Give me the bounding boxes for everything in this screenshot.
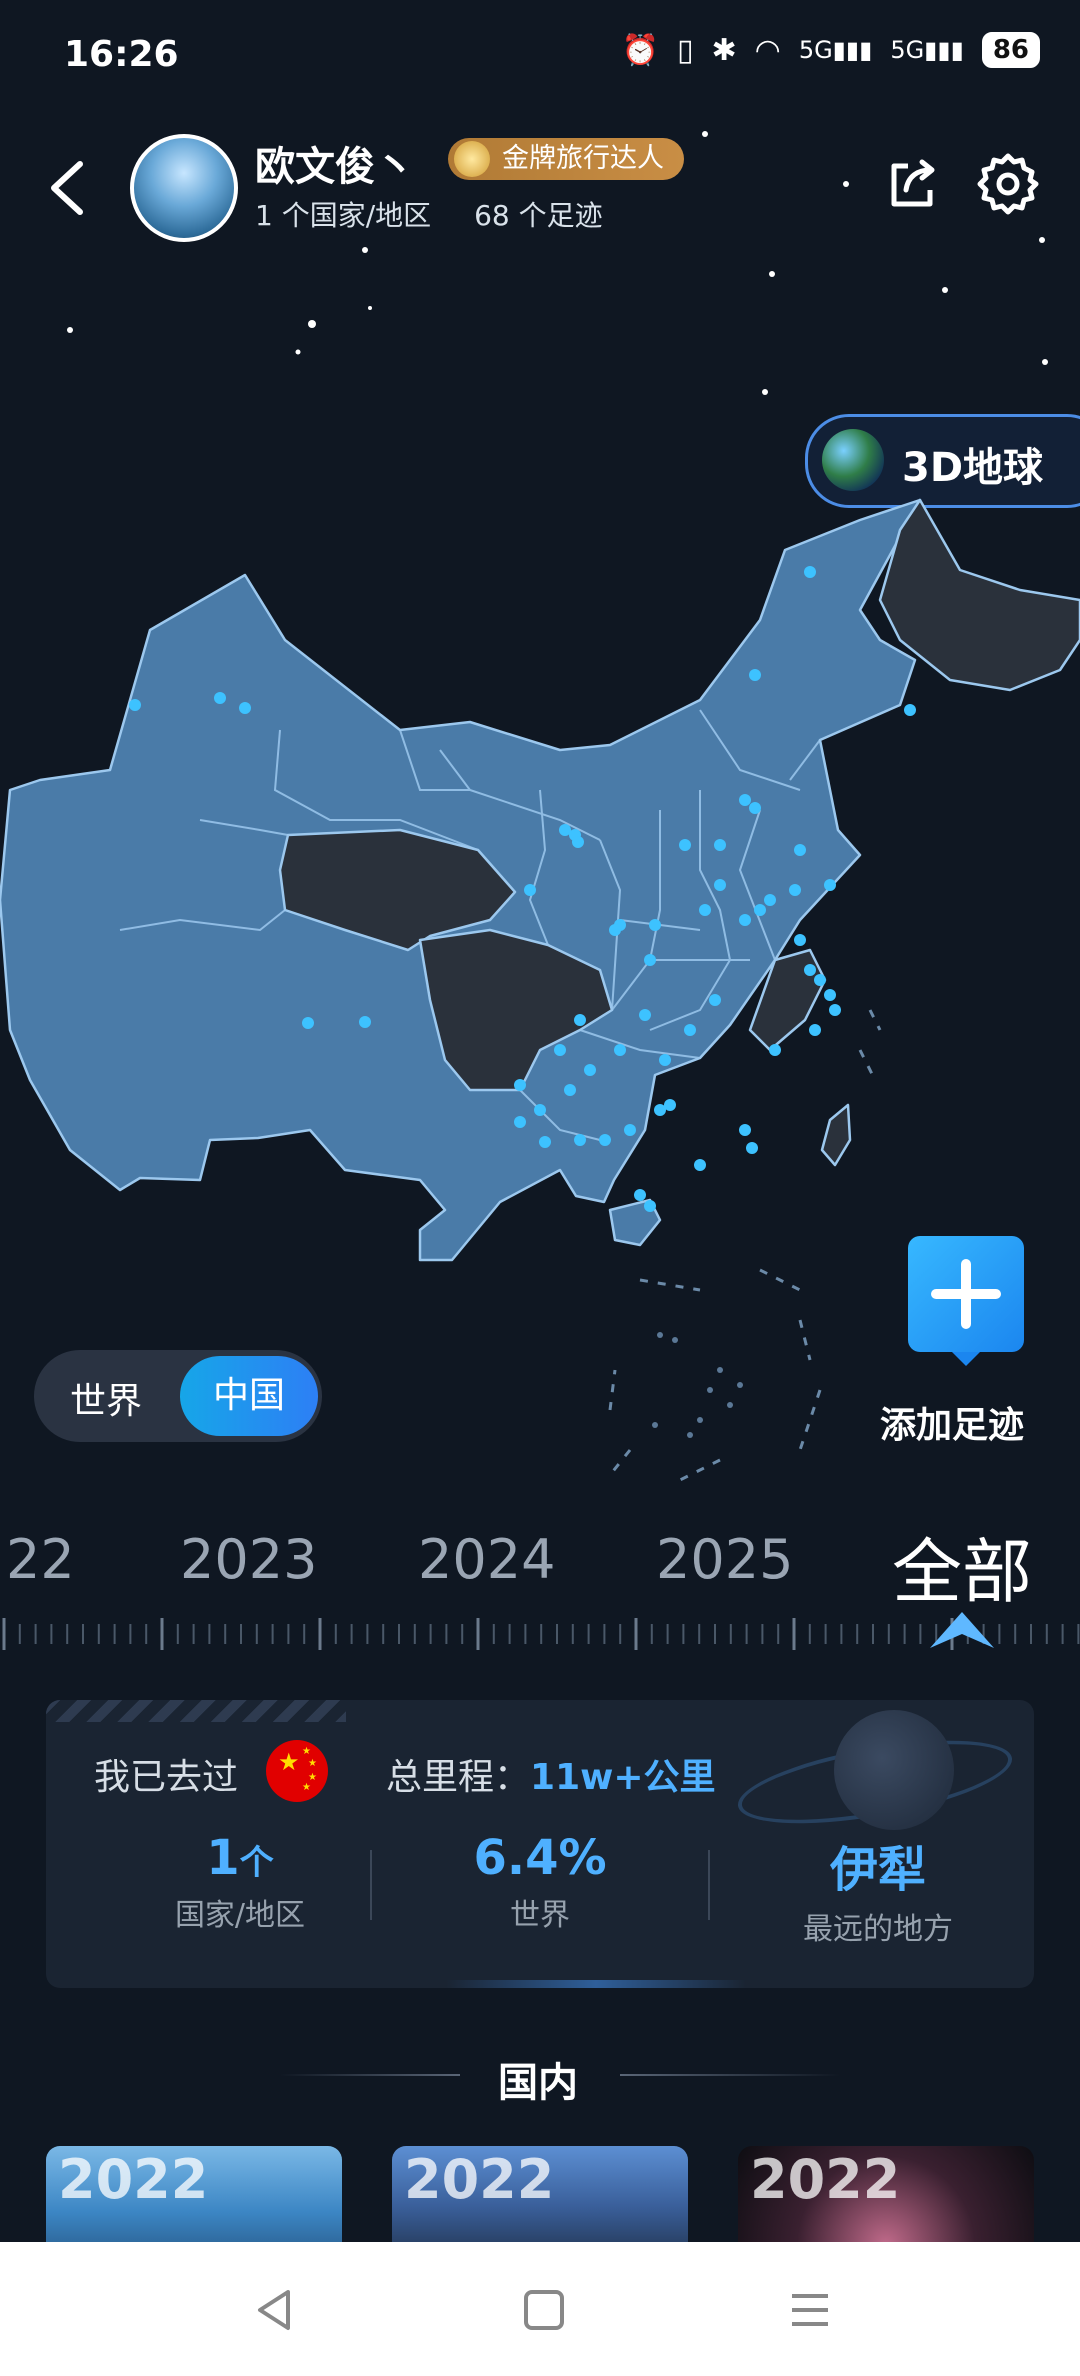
tab-china[interactable]: 中国 <box>180 1356 318 1436</box>
trip-card[interactable]: 2022 <box>46 2146 342 2256</box>
section-header: 国内 <box>0 2046 1080 2106</box>
year-tab[interactable]: 2023 <box>180 1528 317 1591</box>
tab-world[interactable]: 世界 <box>70 1372 142 1424</box>
stat-unit: 个 <box>239 1843 274 1883</box>
alarm-icon: ⏰ <box>621 32 659 68</box>
year-tab[interactable]: 2025 <box>656 1528 793 1591</box>
globe-3d-label: 3D地球 <box>902 445 1044 491</box>
divider <box>370 1850 372 1920</box>
nav-home-icon[interactable] <box>514 2280 574 2340</box>
globe-icon <box>822 429 884 491</box>
vibrate-icon: ▯ <box>676 32 694 68</box>
scope-toggle[interactable]: 世界 中国 <box>34 1350 322 1442</box>
year-tab-all[interactable]: 全部 <box>892 1516 1032 1617</box>
stat-farthest: 伊犁 最远的地方 <box>738 1830 1018 1948</box>
trip-year: 2022 <box>58 2148 209 2211</box>
selector-arrow-icon <box>930 1612 994 1648</box>
signal-icon: 5G▮▮▮ <box>798 36 873 64</box>
stat-value: 伊犁 <box>829 1842 926 1898</box>
trip-card[interactable]: 2022 <box>392 2146 688 2256</box>
divider <box>280 2074 460 2076</box>
stat-label: 国家/地区 <box>174 1898 306 1933</box>
stat-world: 6.4% 世界 <box>400 1830 680 1934</box>
china-flag-icon: ★ ★ ★ ★ ★ <box>266 1740 328 1802</box>
wifi-icon: ◠ <box>754 32 781 68</box>
year-ruler[interactable] <box>0 1614 1080 1654</box>
stat-label: 世界 <box>510 1898 570 1933</box>
divider <box>708 1850 710 1920</box>
mileage-label: 总里程： <box>386 1757 531 1798</box>
year-tab[interactable]: 2024 <box>418 1528 555 1591</box>
mileage-value: 11w+公里 <box>530 1757 716 1798</box>
year-tab[interactable]: 22 <box>6 1528 75 1591</box>
nav-back-icon[interactable] <box>246 2280 306 2340</box>
stat-countries: 1个 国家/地区 <box>100 1830 380 1934</box>
trip-year: 2022 <box>750 2148 901 2211</box>
trip-card[interactable]: 2022 <box>738 2146 1034 2256</box>
mileage: 总里程：11w+公里 <box>386 1748 716 1800</box>
year-selector[interactable]: 22 2023 2024 2025 全部 <box>0 1510 1080 1660</box>
stat-label: 最远的地方 <box>803 1912 953 1947</box>
stat-value: 1 <box>206 1830 240 1886</box>
battery-indicator: 86 <box>981 32 1040 68</box>
trip-year: 2022 <box>404 2148 555 2211</box>
planet-decoration <box>834 1710 954 1830</box>
section-title: 国内 <box>498 2060 578 2106</box>
system-nav-bar <box>0 2242 1080 2376</box>
status-time: 16:26 <box>64 34 179 75</box>
plus-icon <box>931 1259 1001 1329</box>
summary-card: 我已去过 ★ ★ ★ ★ ★ 总里程：11w+公里 1个 国家/地区 6.4% … <box>46 1700 1034 1988</box>
bluetooth-icon: ✱ <box>711 32 737 68</box>
card-decoration <box>46 1700 346 1722</box>
visited-label: 我已去过 <box>94 1757 239 1798</box>
add-footprint-label: 添加足迹 <box>880 1405 1025 1446</box>
status-bar: 16:26 ⏰ ▯ ✱ ◠ 5G▮▮▮ 5G▮▮▮ 86 <box>0 0 1080 110</box>
stat-value: 6.4% <box>473 1830 607 1886</box>
nav-menu-icon[interactable] <box>780 2280 840 2340</box>
map-region-unvisited <box>820 1103 852 1167</box>
card-glow-decoration <box>446 1980 746 1988</box>
add-footprint-button[interactable] <box>908 1236 1024 1366</box>
divider <box>620 2074 840 2076</box>
status-icons: ⏰ ▯ ✱ ◠ 5G▮▮▮ 5G▮▮▮ 86 <box>622 32 1040 68</box>
signal-icon: 5G▮▮▮ <box>890 36 964 64</box>
